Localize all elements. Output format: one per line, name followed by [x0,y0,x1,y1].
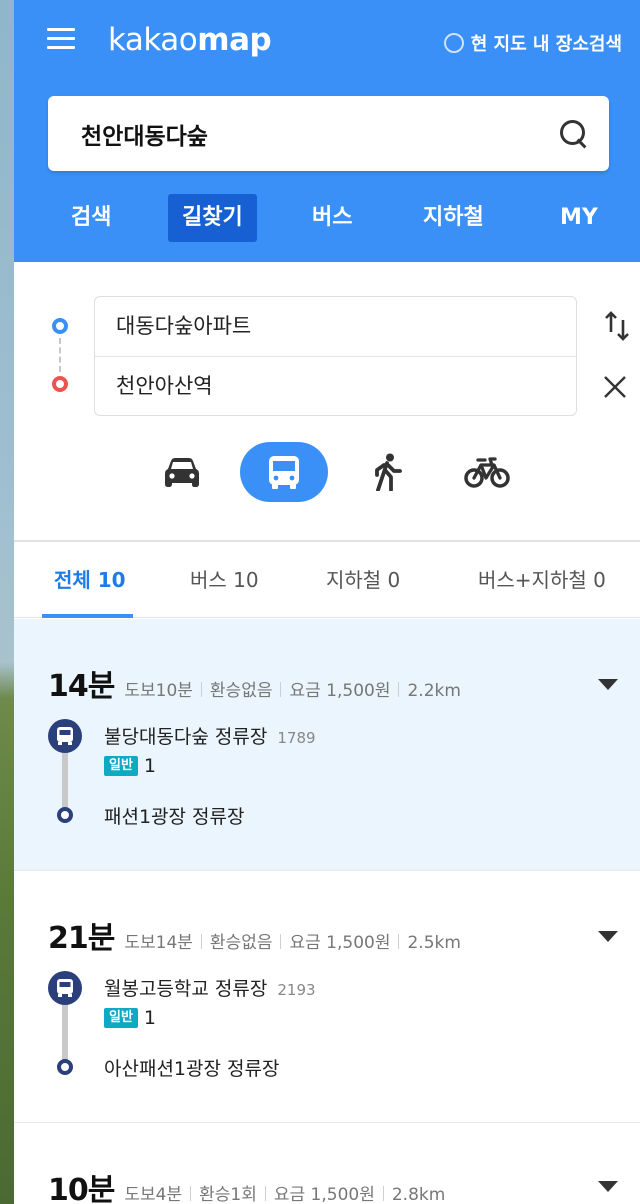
walk-time: 도보10분 [124,681,193,701]
distance: 2.5km [407,933,461,953]
result-tab-bus-subway[interactable]: 버스+지하철 0 [478,544,606,618]
bus-icon [48,971,82,1005]
boarding-stop: 월봉고등학교 정류장 2193 [104,974,316,1001]
boarding-stop-name: 월봉고등학교 정류장 [104,978,268,1000]
header: kakaomap 현 지도 내 장소검색 천안대동다숲 검색 길찾기 버스 지하… [14,0,640,262]
alighting-stop: 아산패션1광장 정류장 [104,1058,280,1080]
car-icon[interactable] [162,442,202,502]
result-tabs: 전체 10 버스 10 지하철 0 버스+지하철 0 [14,544,640,618]
route-result[interactable]: 21분 도보14분 환승없음 요금 1,500원 2.5km 월봉고등학교 정류장 21… [14,871,640,1123]
tab-directions[interactable]: 길찾기 [168,194,257,242]
route-summary: 14분 도보10분 환승없음 요금 1,500원 2.2km [48,661,461,705]
alight-dot-icon [57,1059,73,1075]
menu-icon[interactable] [47,28,75,52]
route-summary: 21분 도보14분 환승없음 요금 1,500원 2.5km [48,913,461,957]
result-tab-bus[interactable]: 버스 10 [190,544,259,618]
walk-icon[interactable] [370,442,406,502]
result-tab-all[interactable]: 전체 10 [54,544,126,618]
chevron-down-icon[interactable] [598,931,618,942]
transfer-count: 환승1회 [199,1185,257,1204]
bus-icon [48,719,82,753]
side-panel: kakaomap 현 지도 내 장소검색 천안대동다숲 검색 길찾기 버스 지하… [14,0,640,1204]
logo-text-light: kakao [108,22,198,58]
route-meta: 도보10분 환승없음 요금 1,500원 2.2km [124,676,461,701]
tab-subway[interactable]: 지하철 [423,194,484,242]
route-line [62,747,68,813]
route-meta: 도보4분 환승1회 요금 1,500원 2.8km [124,1180,445,1204]
route-dash-line [59,338,61,372]
transfer-count: 환승없음 [209,681,273,701]
chevron-down-icon[interactable] [598,1181,618,1192]
route-result[interactable]: 14분 도보10분 환승없음 요금 1,500원 2.2km 불당대동다숲 정류장 17… [14,619,640,871]
fare: 요금 1,500원 [273,1185,375,1204]
route-meta: 도보14분 환승없음 요금 1,500원 2.5km [124,928,461,953]
map-background [0,0,14,1204]
stop-id: 1789 [277,729,316,747]
divider [14,540,640,542]
route-result[interactable]: 10분 도보4분 환승1회 요금 1,500원 2.8km [14,1123,640,1204]
kakaomap-logo[interactable]: kakaomap [108,22,272,58]
bus-type-badge: 일반 [104,756,138,776]
transport-modes [14,442,640,502]
alight-dot-icon [57,807,73,823]
search-input[interactable]: 천안대동다숲 [81,117,559,151]
fare: 요금 1,500원 [289,681,391,701]
close-icon[interactable] [602,374,628,400]
distance: 2.8km [391,1185,446,1204]
alighting-stop: 패션1광장 정류장 [104,806,245,828]
walk-time: 도보14분 [124,933,193,953]
result-tab-subway[interactable]: 지하철 0 [326,544,400,618]
destination-dot-icon [52,376,68,392]
origin-field[interactable]: 대동다숲아파트 [95,297,576,356]
logo-text-bold: map [197,22,272,58]
search-icon[interactable] [559,119,589,149]
fare: 요금 1,500원 [289,933,391,953]
transfer-count: 환승없음 [209,933,273,953]
bus-icon [269,456,299,489]
main-nav-tabs: 검색 길찾기 버스 지하철 MY [14,194,640,242]
bus-line-info: 일반 1 [104,755,156,777]
bus-number: 1 [143,1007,157,1029]
radio-circle-icon [443,33,464,53]
route-summary: 10분 도보4분 환승1회 요금 1,500원 2.8km [48,1165,445,1204]
route-time: 14분 [48,669,115,704]
map-area-search-toggle[interactable]: 현 지도 내 장소검색 [443,30,622,56]
origin-dot-icon [52,318,68,334]
boarding-stop-name: 불당대동다숲 정류장 [104,726,268,748]
chevron-down-icon[interactable] [598,679,618,690]
tab-my[interactable]: MY [560,194,598,242]
map-area-search-label: 현 지도 내 장소검색 [470,34,622,55]
search-box[interactable]: 천안대동다숲 [48,96,609,171]
bus-mode-button[interactable] [240,442,328,502]
swap-icon[interactable] [604,310,630,342]
tab-search[interactable]: 검색 [71,194,111,242]
bus-line-info: 일반 1 [104,1007,156,1029]
bus-number: 1 [143,755,157,777]
route-time: 10분 [48,1173,115,1204]
destination-field[interactable]: 천안아산역 [95,356,576,415]
route-line [62,999,68,1065]
tab-bus[interactable]: 버스 [312,194,352,242]
walk-time: 도보4분 [124,1185,183,1204]
distance: 2.2km [407,681,461,701]
boarding-stop: 불당대동다숲 정류장 1789 [104,722,316,749]
route-fields: 대동다숲아파트 천안아산역 [94,296,577,416]
bicycle-icon[interactable] [464,442,510,502]
stop-id: 2193 [277,981,316,999]
route-time: 21분 [48,921,115,956]
active-tab-underline [42,614,133,618]
bus-type-badge: 일반 [104,1008,138,1028]
